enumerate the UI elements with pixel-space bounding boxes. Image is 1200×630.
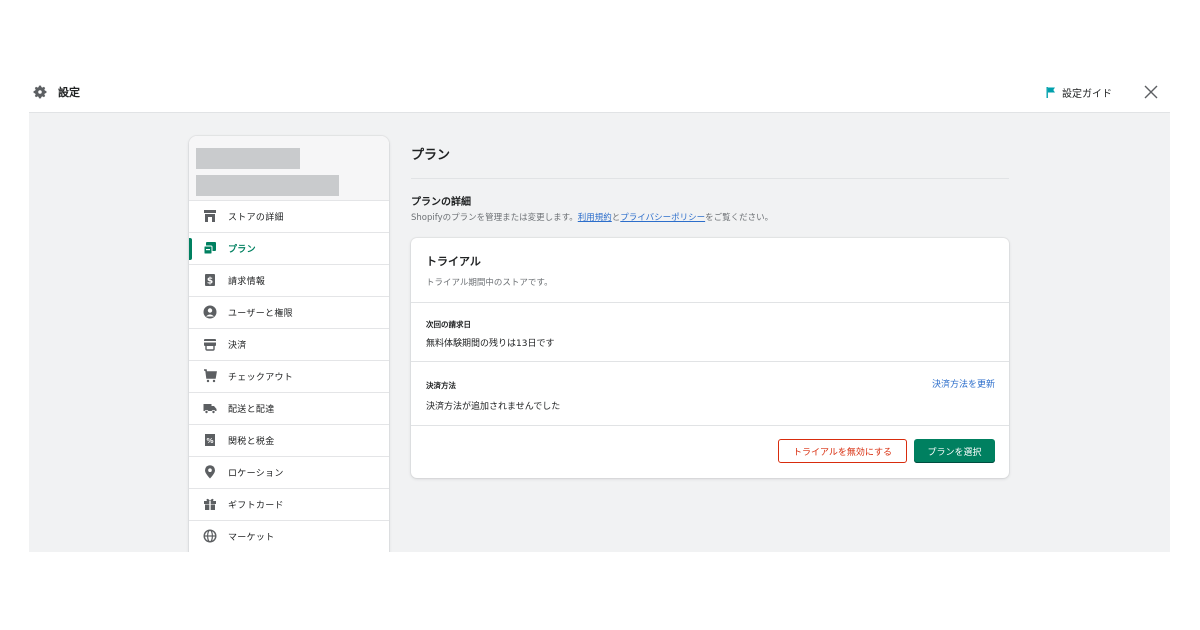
setup-guide-label: 設定ガイド: [1062, 89, 1112, 100]
page-header-title: 設定: [58, 86, 80, 99]
flag-icon: [1046, 87, 1055, 98]
store-name-placeholder: [189, 136, 389, 200]
payments-icon: [204, 339, 216, 351]
user-icon: [203, 305, 217, 319]
tax-icon: %: [205, 434, 215, 446]
settings-sidebar: ストアの詳細 プラン $ 請求情報 ユーザーと権限 決済 チェックアウト 配送と…: [189, 136, 389, 552]
section-title: プランの詳細: [411, 197, 471, 208]
sidebar-item-label: プラン: [228, 245, 256, 255]
sidebar-item-taxes[interactable]: % 関税と税金: [189, 424, 389, 456]
update-payment-method-link[interactable]: 決済方法を更新: [932, 377, 995, 390]
truck-icon: [203, 404, 217, 414]
sidebar-item-label: ロケーション: [228, 469, 284, 479]
close-icon[interactable]: [1144, 85, 1158, 99]
sidebar-item-payments[interactable]: 決済: [189, 328, 389, 360]
sidebar-item-locations[interactable]: ロケーション: [189, 456, 389, 488]
sidebar-item-label: 関税と税金: [228, 437, 275, 447]
privacy-policy-link[interactable]: プライバシーポリシー: [620, 213, 705, 223]
sidebar-item-label: ギフトカード: [228, 501, 284, 511]
sidebar-item-label: チェックアウト: [228, 373, 294, 383]
globe-icon: [203, 529, 217, 543]
gear-icon: [33, 85, 47, 99]
next-billing-value: 無料体験期間の残りは13日です: [426, 339, 555, 349]
card-title: トライアル: [426, 255, 481, 268]
sidebar-item-label: 配送と配達: [228, 405, 275, 415]
sidebar-item-label: ストアの詳細: [228, 213, 284, 223]
settings-canvas: ストアの詳細 プラン $ 請求情報 ユーザーと権限 決済 チェックアウト 配送と…: [29, 112, 1170, 552]
select-plan-button[interactable]: プランを選択: [914, 439, 995, 463]
page-title: プラン: [411, 148, 451, 163]
sidebar-item-label: ユーザーと権限: [228, 309, 293, 319]
location-icon: [205, 465, 215, 479]
svg-text:$: $: [207, 277, 213, 287]
section-desc-suffix: をご覧ください。: [705, 213, 774, 223]
card-subtitle: トライアル期間中のストアです。: [426, 278, 553, 288]
sidebar-item-checkout[interactable]: チェックアウト: [189, 360, 389, 392]
section-description: Shopifyのプランを管理または変更します。利用規約とプライバシーポリシーをご…: [411, 211, 773, 223]
section-desc-prefix: Shopifyのプランを管理または変更します。: [411, 213, 578, 223]
disable-trial-button[interactable]: トライアルを無効にする: [778, 439, 907, 463]
sidebar-item-billing[interactable]: $ 請求情報: [189, 264, 389, 296]
sidebar-item-label: 決済: [228, 341, 247, 351]
plan-icon: [203, 242, 216, 255]
store-icon: [204, 210, 216, 222]
store-name-skeleton: [196, 148, 300, 169]
svg-text:%: %: [206, 437, 213, 445]
cart-icon: [204, 369, 217, 383]
terms-link[interactable]: 利用規約: [578, 213, 612, 223]
billing-icon: $: [205, 274, 215, 287]
payment-method-section: 決済方法 決済方法を更新 決済方法が追加されませんでした: [411, 361, 1009, 426]
setup-guide-link[interactable]: 設定ガイド: [1046, 85, 1112, 100]
sidebar-item-markets[interactable]: マーケット: [189, 520, 389, 552]
gift-icon: [204, 498, 216, 510]
store-url-skeleton: [196, 175, 339, 196]
sidebar-item-label: 請求情報: [228, 277, 266, 287]
next-billing-section: 次回の請求日 無料体験期間の残りは13日です: [411, 302, 1009, 361]
sidebar-item-gift-cards[interactable]: ギフトカード: [189, 488, 389, 520]
payment-method-label: 決済方法: [426, 381, 456, 390]
payment-method-value: 決済方法が追加されませんでした: [426, 402, 561, 412]
sidebar-item-plan[interactable]: プラン: [189, 232, 389, 264]
sidebar-item-users[interactable]: ユーザーと権限: [189, 296, 389, 328]
sidebar-item-label: マーケット: [228, 533, 275, 543]
sidebar-item-store-details[interactable]: ストアの詳細: [189, 200, 389, 232]
sidebar-item-shipping[interactable]: 配送と配達: [189, 392, 389, 424]
trial-plan-card: トライアル トライアル期間中のストアです。 次回の請求日 無料体験期間の残りは1…: [411, 238, 1009, 478]
settings-topbar: 設定 設定ガイド: [0, 72, 1200, 112]
next-billing-label: 次回の請求日: [426, 320, 471, 329]
title-divider: [411, 178, 1009, 179]
